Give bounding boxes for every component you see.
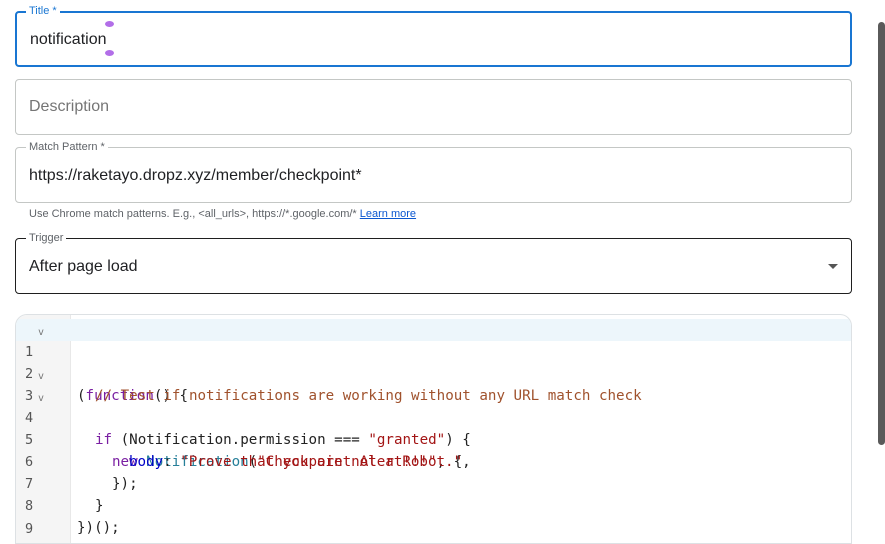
- trigger-value: After page load: [29, 258, 138, 275]
- trigger-select[interactable]: Trigger After page load: [15, 232, 852, 294]
- helper-text: Use Chrome match patterns. E.g., <all_ur…: [29, 208, 357, 220]
- code-token: (: [77, 388, 86, 404]
- match-pattern-helper: Use Chrome match patterns. E.g., <all_ur…: [29, 207, 416, 221]
- code-token: (Notification.permission ===: [112, 432, 369, 448]
- code-line: 8 })();: [16, 473, 120, 536]
- selection-handle-bottom-icon[interactable]: [105, 50, 114, 56]
- code-token: :: [163, 454, 181, 470]
- title-field[interactable]: Title * notification: [15, 5, 852, 67]
- dropdown-arrow-icon[interactable]: [828, 264, 838, 269]
- code-token: ,: [462, 454, 471, 470]
- code-token: "Prove that you are not a Robot.": [180, 454, 463, 470]
- selection-handle-top-icon[interactable]: [105, 21, 114, 27]
- code-token: if: [95, 432, 113, 448]
- line-number: 9: [25, 521, 34, 537]
- code-line: 7 }: [16, 451, 104, 514]
- code-token: ) {: [445, 432, 471, 448]
- match-pattern-label: Match Pattern *: [26, 141, 108, 154]
- page-scrollbar[interactable]: [878, 22, 885, 445]
- trigger-label: Trigger: [26, 232, 67, 245]
- code-token: // Test if notifications are working wit…: [95, 388, 642, 404]
- match-pattern-field[interactable]: Match Pattern * https://raketayo.dropz.x…: [15, 141, 852, 203]
- code-token: body: [129, 454, 164, 470]
- description-field[interactable]: Description: [15, 79, 852, 135]
- title-label: Title *: [26, 5, 60, 18]
- title-input[interactable]: notification: [30, 30, 107, 50]
- code-token: "granted": [368, 432, 446, 448]
- code-line: 6 });: [16, 429, 138, 492]
- code-token: }: [95, 498, 104, 514]
- match-pattern-input[interactable]: https://raketayo.dropz.xyz/member/checkp…: [29, 166, 362, 186]
- code-line: 2 // Test if notifications are working w…: [16, 341, 642, 404]
- code-token: })();: [77, 520, 120, 536]
- code-line: 3 v if (Notification.permission === "gra…: [16, 363, 471, 448]
- code-editor[interactable]: 1 v (function() { 2 // Test if notificat…: [15, 314, 852, 544]
- code-token: });: [112, 476, 138, 492]
- code-line: 5 body: "Prove that you are not a Robot.…: [16, 407, 471, 470]
- description-input[interactable]: Description: [29, 97, 109, 117]
- active-line-highlight: [16, 319, 851, 341]
- learn-more-link[interactable]: Learn more: [360, 208, 416, 220]
- code-line: 9: [16, 496, 50, 537]
- code-line: 1 v (function() {: [16, 319, 188, 404]
- code-line: 4 v new Notification("Checkpoint Alert!!…: [16, 385, 462, 470]
